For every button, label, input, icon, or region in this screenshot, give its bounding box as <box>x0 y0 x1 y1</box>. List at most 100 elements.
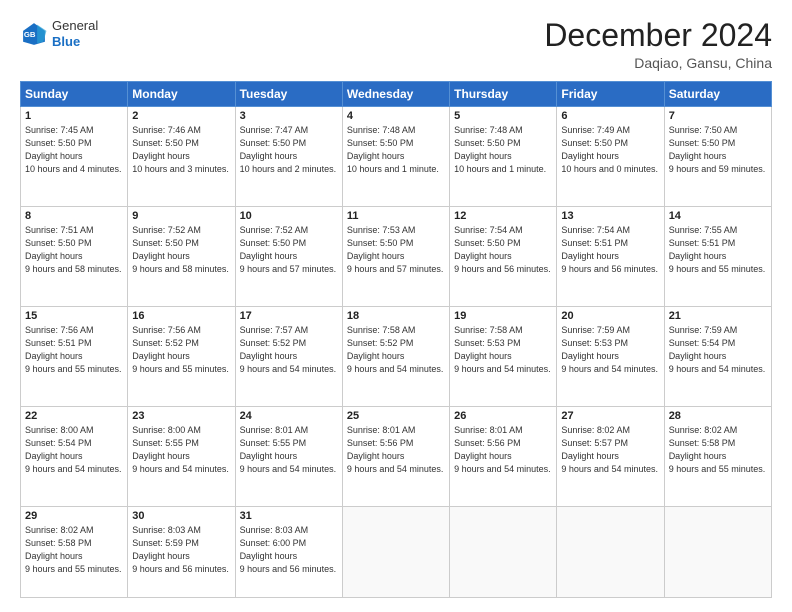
location-title: Daqiao, Gansu, China <box>544 55 772 71</box>
calendar-cell: 10 Sunrise: 7:52 AMSunset: 5:50 PMDaylig… <box>235 207 342 307</box>
day-info: Sunrise: 8:02 AMSunset: 5:57 PMDaylight … <box>561 424 659 476</box>
calendar-cell: 28 Sunrise: 8:02 AMSunset: 5:58 PMDaylig… <box>664 407 771 507</box>
title-block: December 2024 Daqiao, Gansu, China <box>544 18 772 71</box>
day-number: 11 <box>347 210 445 222</box>
day-number: 28 <box>669 410 767 422</box>
day-info: Sunrise: 7:50 AMSunset: 5:50 PMDaylight … <box>669 124 767 176</box>
day-number: 1 <box>25 110 123 122</box>
calendar-cell: 14 Sunrise: 7:55 AMSunset: 5:51 PMDaylig… <box>664 207 771 307</box>
day-number: 8 <box>25 210 123 222</box>
day-number: 20 <box>561 310 659 322</box>
day-info: Sunrise: 7:55 AMSunset: 5:51 PMDaylight … <box>669 224 767 276</box>
day-number: 10 <box>240 210 338 222</box>
day-number: 18 <box>347 310 445 322</box>
calendar-cell: 27 Sunrise: 8:02 AMSunset: 5:57 PMDaylig… <box>557 407 664 507</box>
day-number: 29 <box>25 510 123 522</box>
logo-text: General Blue <box>52 18 98 49</box>
day-info: Sunrise: 7:48 AMSunset: 5:50 PMDaylight … <box>454 124 552 176</box>
calendar-cell: 16 Sunrise: 7:56 AMSunset: 5:52 PMDaylig… <box>128 307 235 407</box>
day-info: Sunrise: 8:02 AMSunset: 5:58 PMDaylight … <box>25 524 123 576</box>
calendar-week-1: 1 Sunrise: 7:45 AMSunset: 5:50 PMDayligh… <box>21 107 772 207</box>
weekday-header-wednesday: Wednesday <box>342 82 449 107</box>
day-info: Sunrise: 7:58 AMSunset: 5:53 PMDaylight … <box>454 324 552 376</box>
day-info: Sunrise: 7:46 AMSunset: 5:50 PMDaylight … <box>132 124 230 176</box>
weekday-header-monday: Monday <box>128 82 235 107</box>
day-number: 15 <box>25 310 123 322</box>
calendar-cell: 18 Sunrise: 7:58 AMSunset: 5:52 PMDaylig… <box>342 307 449 407</box>
day-info: Sunrise: 7:51 AMSunset: 5:50 PMDaylight … <box>25 224 123 276</box>
day-info: Sunrise: 7:57 AMSunset: 5:52 PMDaylight … <box>240 324 338 376</box>
weekday-header-saturday: Saturday <box>664 82 771 107</box>
calendar-cell: 4 Sunrise: 7:48 AMSunset: 5:50 PMDayligh… <box>342 107 449 207</box>
calendar-cell: 2 Sunrise: 7:46 AMSunset: 5:50 PMDayligh… <box>128 107 235 207</box>
day-info: Sunrise: 7:52 AMSunset: 5:50 PMDaylight … <box>132 224 230 276</box>
day-info: Sunrise: 8:03 AMSunset: 6:00 PMDaylight … <box>240 524 338 576</box>
logo: GB General Blue <box>20 18 98 49</box>
day-number: 13 <box>561 210 659 222</box>
calendar-cell: 23 Sunrise: 8:00 AMSunset: 5:55 PMDaylig… <box>128 407 235 507</box>
weekday-header-thursday: Thursday <box>450 82 557 107</box>
day-info: Sunrise: 7:47 AMSunset: 5:50 PMDaylight … <box>240 124 338 176</box>
calendar-cell: 6 Sunrise: 7:49 AMSunset: 5:50 PMDayligh… <box>557 107 664 207</box>
day-number: 19 <box>454 310 552 322</box>
calendar-week-5: 29 Sunrise: 8:02 AMSunset: 5:58 PMDaylig… <box>21 507 772 598</box>
calendar-cell: 8 Sunrise: 7:51 AMSunset: 5:50 PMDayligh… <box>21 207 128 307</box>
header: GB General Blue December 2024 Daqiao, Ga… <box>20 18 772 71</box>
day-info: Sunrise: 7:54 AMSunset: 5:51 PMDaylight … <box>561 224 659 276</box>
day-info: Sunrise: 8:02 AMSunset: 5:58 PMDaylight … <box>669 424 767 476</box>
day-number: 4 <box>347 110 445 122</box>
calendar-cell <box>557 507 664 598</box>
day-info: Sunrise: 7:48 AMSunset: 5:50 PMDaylight … <box>347 124 445 176</box>
day-info: Sunrise: 7:45 AMSunset: 5:50 PMDaylight … <box>25 124 123 176</box>
day-info: Sunrise: 8:01 AMSunset: 5:56 PMDaylight … <box>454 424 552 476</box>
calendar-week-2: 8 Sunrise: 7:51 AMSunset: 5:50 PMDayligh… <box>21 207 772 307</box>
calendar-cell: 7 Sunrise: 7:50 AMSunset: 5:50 PMDayligh… <box>664 107 771 207</box>
day-info: Sunrise: 7:52 AMSunset: 5:50 PMDaylight … <box>240 224 338 276</box>
day-number: 5 <box>454 110 552 122</box>
day-info: Sunrise: 8:01 AMSunset: 5:56 PMDaylight … <box>347 424 445 476</box>
calendar-cell <box>342 507 449 598</box>
calendar-cell: 21 Sunrise: 7:59 AMSunset: 5:54 PMDaylig… <box>664 307 771 407</box>
month-title: December 2024 <box>544 18 772 53</box>
day-number: 9 <box>132 210 230 222</box>
weekday-header-tuesday: Tuesday <box>235 82 342 107</box>
calendar-cell: 20 Sunrise: 7:59 AMSunset: 5:53 PMDaylig… <box>557 307 664 407</box>
day-info: Sunrise: 7:56 AMSunset: 5:51 PMDaylight … <box>25 324 123 376</box>
page: GB General Blue December 2024 Daqiao, Ga… <box>0 0 792 612</box>
logo-general: General <box>52 18 98 34</box>
calendar-cell: 31 Sunrise: 8:03 AMSunset: 6:00 PMDaylig… <box>235 507 342 598</box>
day-info: Sunrise: 8:01 AMSunset: 5:55 PMDaylight … <box>240 424 338 476</box>
day-number: 21 <box>669 310 767 322</box>
calendar-week-3: 15 Sunrise: 7:56 AMSunset: 5:51 PMDaylig… <box>21 307 772 407</box>
day-info: Sunrise: 8:03 AMSunset: 5:59 PMDaylight … <box>132 524 230 576</box>
day-info: Sunrise: 7:58 AMSunset: 5:52 PMDaylight … <box>347 324 445 376</box>
day-info: Sunrise: 7:53 AMSunset: 5:50 PMDaylight … <box>347 224 445 276</box>
day-number: 30 <box>132 510 230 522</box>
day-info: Sunrise: 7:59 AMSunset: 5:53 PMDaylight … <box>561 324 659 376</box>
calendar-cell: 19 Sunrise: 7:58 AMSunset: 5:53 PMDaylig… <box>450 307 557 407</box>
calendar-cell: 25 Sunrise: 8:01 AMSunset: 5:56 PMDaylig… <box>342 407 449 507</box>
calendar-cell: 1 Sunrise: 7:45 AMSunset: 5:50 PMDayligh… <box>21 107 128 207</box>
day-number: 14 <box>669 210 767 222</box>
day-number: 26 <box>454 410 552 422</box>
calendar-cell: 24 Sunrise: 8:01 AMSunset: 5:55 PMDaylig… <box>235 407 342 507</box>
day-number: 27 <box>561 410 659 422</box>
calendar-cell: 12 Sunrise: 7:54 AMSunset: 5:50 PMDaylig… <box>450 207 557 307</box>
calendar-cell: 22 Sunrise: 8:00 AMSunset: 5:54 PMDaylig… <box>21 407 128 507</box>
day-number: 2 <box>132 110 230 122</box>
day-info: Sunrise: 7:59 AMSunset: 5:54 PMDaylight … <box>669 324 767 376</box>
day-info: Sunrise: 8:00 AMSunset: 5:54 PMDaylight … <box>25 424 123 476</box>
day-info: Sunrise: 8:00 AMSunset: 5:55 PMDaylight … <box>132 424 230 476</box>
weekday-header-sunday: Sunday <box>21 82 128 107</box>
day-number: 6 <box>561 110 659 122</box>
calendar-cell <box>664 507 771 598</box>
day-number: 23 <box>132 410 230 422</box>
day-number: 16 <box>132 310 230 322</box>
day-number: 24 <box>240 410 338 422</box>
day-number: 7 <box>669 110 767 122</box>
calendar-table: SundayMondayTuesdayWednesdayThursdayFrid… <box>20 81 772 598</box>
logo-icon: GB <box>20 20 48 48</box>
weekday-header-row: SundayMondayTuesdayWednesdayThursdayFrid… <box>21 82 772 107</box>
calendar-cell: 13 Sunrise: 7:54 AMSunset: 5:51 PMDaylig… <box>557 207 664 307</box>
day-info: Sunrise: 7:54 AMSunset: 5:50 PMDaylight … <box>454 224 552 276</box>
